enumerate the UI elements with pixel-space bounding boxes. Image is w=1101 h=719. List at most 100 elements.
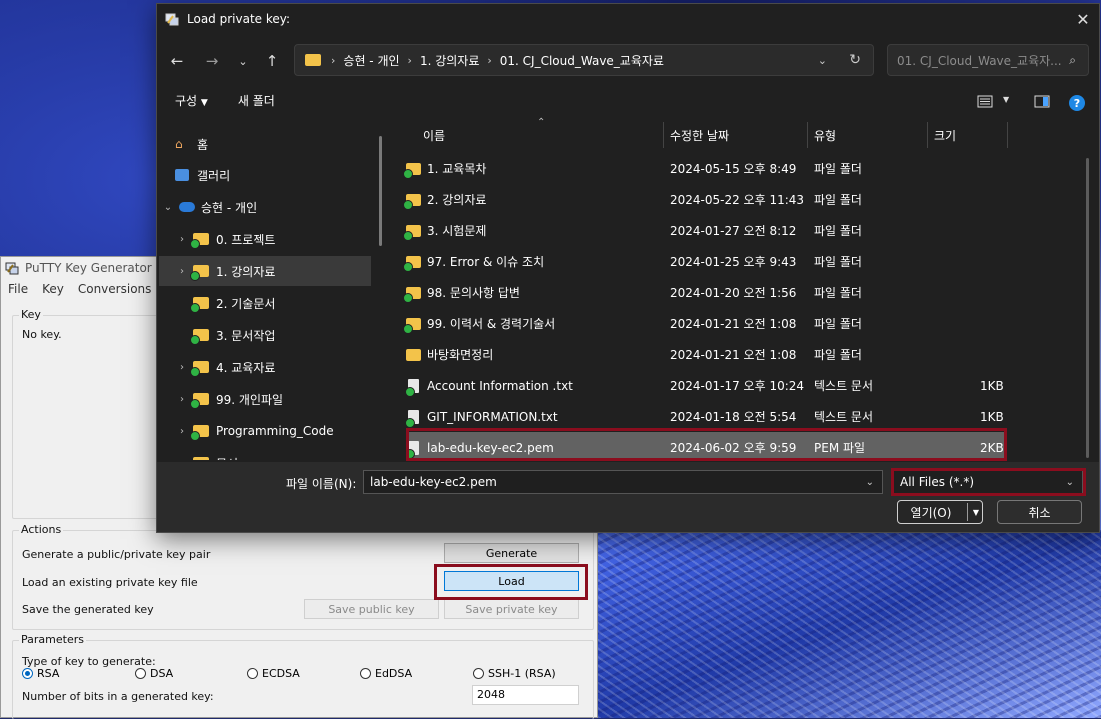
filename-input[interactable]: lab-edu-key-ec2.pem ⌄: [363, 470, 883, 494]
folder-icon: [305, 54, 321, 66]
collapsed-chevron-icon[interactable]: ›: [175, 426, 189, 437]
column-divider[interactable]: [1007, 122, 1008, 148]
address-dropdown-chevron-icon[interactable]: ⌄: [818, 54, 827, 67]
folder-icon: [190, 361, 209, 377]
view-options-icon[interactable]: [977, 95, 993, 108]
close-icon[interactable]: ✕: [1071, 8, 1095, 30]
file-row[interactable]: GIT_INFORMATION.txt 2024-01-18 오전 5:54 텍스트…: [405, 401, 1006, 432]
help-icon[interactable]: ?: [1069, 95, 1085, 111]
dialog-app-icon: [165, 13, 179, 26]
load-button[interactable]: Load: [444, 571, 579, 591]
file-name: 97. Error & 이슈 조치: [427, 255, 545, 269]
tree-item-documents[interactable]: › 문서: [175, 448, 385, 460]
file-name: 2. 강의자료: [427, 193, 487, 207]
open-button[interactable]: 열기(O) ▼: [897, 500, 983, 524]
column-header-modified[interactable]: 수정한 날짜: [670, 127, 729, 144]
collapsed-chevron-icon[interactable]: ›: [175, 394, 189, 405]
preview-pane-icon[interactable]: [1034, 95, 1050, 108]
view-options-chevron-icon[interactable]: ▼: [1003, 95, 1009, 104]
wallpaper-texture: [598, 530, 1101, 718]
key-status-text: No key.: [22, 328, 62, 341]
column-header-type[interactable]: 유형: [814, 127, 836, 144]
radio-eddsa[interactable]: EdDSA: [360, 667, 412, 680]
new-folder-button[interactable]: 새 폴더: [238, 92, 275, 109]
forward-arrow-icon[interactable]: →: [200, 50, 224, 72]
radio-ssh1-rsa[interactable]: SSH-1 (RSA): [473, 667, 556, 680]
organize-menu[interactable]: 구성 ▼: [175, 92, 208, 109]
tree-item-personal-files[interactable]: › 99. 개인파일: [175, 384, 385, 414]
radio-rsa[interactable]: RSA: [22, 667, 59, 680]
collapsed-chevron-icon[interactable]: ›: [175, 266, 189, 277]
tree-item-programming-code[interactable]: › Programming_Code: [175, 416, 385, 446]
radio-dsa[interactable]: DSA: [135, 667, 173, 680]
file-row[interactable]: 2. 강의자료 2024-05-22 오후 11:43 파일 폴더: [403, 184, 1006, 215]
file-row[interactable]: 97. Error & 이슈 조치 2024-01-25 오후 9:43 파일 폴더: [403, 246, 1006, 277]
search-input[interactable]: 01. CJ_Cloud_Wave_교육자... ⌕: [887, 44, 1089, 76]
generate-button[interactable]: Generate: [444, 543, 579, 563]
refresh-icon[interactable]: ↻: [849, 52, 861, 68]
file-name: 98. 문의사항 답변: [427, 286, 520, 300]
collapsed-chevron-icon[interactable]: ›: [175, 234, 189, 245]
radio-ecdsa[interactable]: ECDSA: [247, 667, 300, 680]
filetype-select[interactable]: All Files (*.*) ⌄: [893, 470, 1083, 494]
file-row[interactable]: 3. 시험문제 2024-01-27 오전 8:12 파일 폴더: [403, 215, 1006, 246]
collapsed-chevron-icon[interactable]: ›: [175, 458, 189, 461]
file-type: 파일 폴더: [814, 317, 862, 331]
file-row[interactable]: Account Information .txt 2024-01-17 오후 10…: [405, 370, 1006, 401]
save-public-key-button[interactable]: Save public key: [304, 599, 439, 619]
navigation-pane: ⌂ 홈 갤러리 ⌄ 승현 - 개인 › 0. 프로젝트 › 1. 강의자료 2. 기술문…: [157, 122, 389, 460]
file-type: 텍스트 문서: [814, 379, 874, 393]
filename-dropdown-chevron-icon[interactable]: ⌄: [866, 477, 874, 488]
tree-item-lectures[interactable]: › 1. 강의자료: [159, 256, 371, 286]
recent-locations-chevron-icon[interactable]: ⌄: [231, 50, 255, 72]
radio-dsa-circle: [135, 668, 146, 679]
folder-icon: [403, 193, 421, 210]
tree-item-onedrive-personal[interactable]: ⌄ 승현 - 개인: [161, 192, 371, 222]
radio-eddsa-circle: [360, 668, 371, 679]
expanded-chevron-icon[interactable]: ⌄: [161, 202, 175, 213]
tree-item-projects[interactable]: › 0. 프로젝트: [175, 224, 385, 254]
tree-item-tech-docs[interactable]: 2. 기술문서: [189, 288, 389, 318]
column-divider[interactable]: [663, 122, 664, 148]
file-type: PEM 파일: [814, 441, 866, 455]
bits-input[interactable]: 2048: [472, 685, 579, 705]
column-header-size[interactable]: 크기: [934, 127, 956, 144]
tree-item-label: 문서: [216, 455, 238, 461]
tree-item-gallery[interactable]: 갤러리: [175, 160, 385, 190]
file-name: 99. 이력서 & 경력기술서: [427, 317, 556, 331]
filename-label: 파일 이름(N):: [286, 477, 357, 491]
address-bar[interactable]: › 승현 - 개인 › 1. 강의자료 › 01. CJ_Cloud_Wave_…: [294, 44, 874, 76]
breadcrumb-segment-lectures[interactable]: 1. 강의자료: [420, 52, 479, 69]
breadcrumb-segment-personal[interactable]: 승현 - 개인: [343, 52, 399, 69]
menu-conversions[interactable]: Conversions: [71, 282, 159, 296]
file-name: 3. 시험문제: [427, 224, 487, 238]
file-list-scrollbar[interactable]: [1086, 158, 1089, 458]
folder-icon: [190, 425, 209, 441]
open-dropdown-chevron-icon[interactable]: ▼: [973, 508, 979, 517]
nav-scrollbar[interactable]: [379, 136, 382, 246]
file-row-selected[interactable]: lab-edu-key-ec2.pem 2024-06-02 오후 9:59 PEM…: [405, 432, 1006, 460]
save-private-key-button[interactable]: Save private key: [444, 599, 579, 619]
column-divider[interactable]: [807, 122, 808, 148]
up-arrow-icon[interactable]: ↑: [260, 50, 284, 72]
column-header-name[interactable]: 이름: [423, 127, 445, 144]
cancel-button[interactable]: 취소: [997, 500, 1082, 524]
file-row[interactable]: 99. 이력서 & 경력기술서 2024-01-21 오전 1:08 파일 폴더: [403, 308, 1006, 339]
menu-file[interactable]: File: [1, 282, 35, 296]
file-row[interactable]: 바탕화면정리 2024-01-21 오전 1:08 파일 폴더: [406, 339, 1006, 370]
file-list: 1. 교육목차 2024-05-15 오후 8:49 파일 폴더 2. 강의자료 20…: [390, 150, 1094, 460]
column-divider[interactable]: [927, 122, 928, 148]
breadcrumb-segment-current[interactable]: 01. CJ_Cloud_Wave_교육자료: [500, 52, 664, 69]
generate-label: Generate a public/private key pair: [22, 548, 211, 561]
file-name: GIT_INFORMATION.txt: [427, 409, 558, 424]
file-row[interactable]: 1. 교육목차 2024-05-15 오후 8:49 파일 폴더: [403, 153, 1006, 184]
tree-item-edu-materials[interactable]: › 4. 교육자료: [175, 352, 385, 382]
file-row[interactable]: 98. 문의사항 답변 2024-01-20 오전 1:56 파일 폴더: [403, 277, 1006, 308]
tree-item-doc-work[interactable]: 3. 문서작업: [189, 320, 389, 350]
tree-item-home[interactable]: ⌂ 홈: [175, 129, 385, 159]
breadcrumb-chevron-icon: ›: [487, 53, 492, 67]
menu-key[interactable]: Key: [35, 282, 71, 296]
back-arrow-icon[interactable]: ←: [165, 50, 189, 72]
collapsed-chevron-icon[interactable]: ›: [175, 362, 189, 373]
folder-icon: [406, 348, 421, 361]
